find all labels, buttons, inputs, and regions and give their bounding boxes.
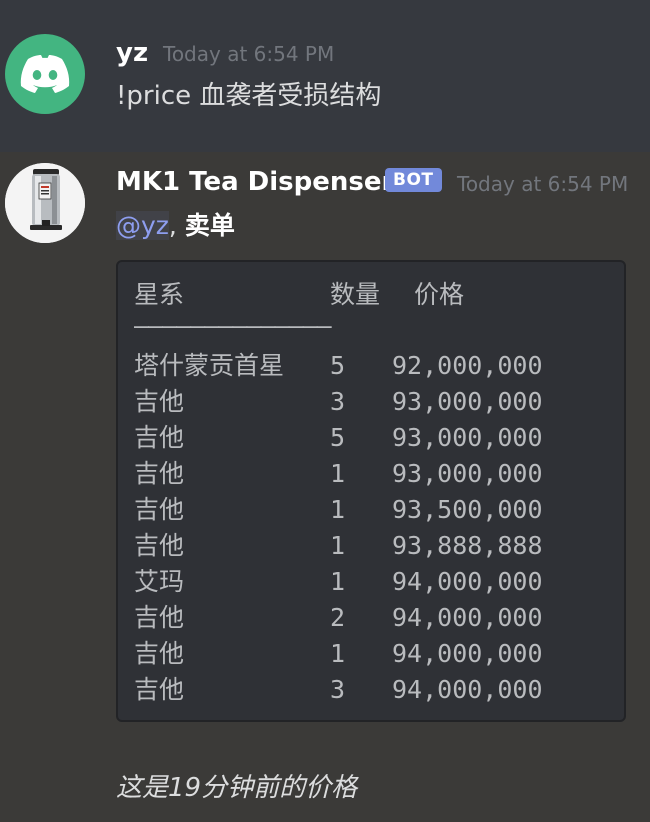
cell-system: 吉他 bbox=[134, 387, 185, 416]
cell-system: 艾玛 bbox=[134, 567, 185, 596]
table-row: 塔什蒙贡首星 5 92,000,000 bbox=[134, 348, 543, 384]
cell-qty: 3 bbox=[330, 675, 346, 704]
cell-qty: 1 bbox=[330, 531, 346, 560]
username[interactable]: yz bbox=[116, 38, 148, 68]
cell-qty: 1 bbox=[330, 459, 346, 488]
cell-system: 吉他 bbox=[134, 675, 185, 704]
order-type-title: 卖单 bbox=[184, 211, 235, 240]
cell-price: 93,888,888 bbox=[392, 531, 543, 560]
cell-system: 吉他 bbox=[134, 495, 185, 524]
table-row: 吉他 2 94,000,000 bbox=[134, 600, 543, 636]
cell-system: 吉他 bbox=[134, 459, 185, 488]
table-row: 吉他 3 94,000,000 bbox=[134, 672, 543, 708]
header-price: 价格 bbox=[414, 280, 465, 309]
message-user: yz Today at 6:54 PM !price 血袭者受损结构 bbox=[0, 0, 650, 152]
cell-qty: 3 bbox=[330, 387, 346, 416]
cell-price: 92,000,000 bbox=[392, 351, 543, 380]
cell-system: 吉他 bbox=[134, 603, 185, 632]
cell-price: 94,000,000 bbox=[392, 639, 543, 668]
cell-qty: 1 bbox=[330, 567, 346, 596]
cell-price: 93,000,000 bbox=[392, 387, 543, 416]
table-row: 吉他 1 94,000,000 bbox=[134, 636, 543, 672]
message-text: !price 血袭者受损结构 bbox=[116, 81, 382, 111]
price-age-note: 这是19分钟前的价格 bbox=[116, 773, 358, 803]
price-table-codeblock: 星系 数量 价格 —————————————— 塔什蒙贡首星 5 92,000,000 … bbox=[116, 260, 626, 722]
cell-qty: 2 bbox=[330, 603, 346, 632]
header-quantity: 数量 bbox=[330, 280, 381, 309]
table-separator: —————————————— bbox=[134, 311, 332, 340]
cell-system: 吉他 bbox=[134, 639, 185, 668]
tea-dispenser-icon bbox=[5, 163, 85, 243]
discord-logo-icon bbox=[20, 55, 70, 93]
table-row: 吉他 1 93,500,000 bbox=[134, 492, 543, 528]
cell-qty: 5 bbox=[330, 423, 346, 452]
timestamp: Today at 6:54 PM bbox=[457, 172, 629, 196]
cell-system: 吉他 bbox=[134, 423, 185, 452]
mention-separator: , bbox=[168, 211, 177, 240]
table-row: 吉他 3 93,000,000 bbox=[134, 384, 543, 420]
cell-qty: 1 bbox=[330, 639, 346, 668]
bot-badge: BOT bbox=[385, 168, 442, 192]
bot-username[interactable]: MK1 Tea Dispenser bbox=[116, 167, 394, 197]
table-row: 吉他 5 93,000,000 bbox=[134, 420, 543, 456]
bot-avatar[interactable] bbox=[5, 163, 85, 243]
table-row: 艾玛 1 94,000,000 bbox=[134, 564, 543, 600]
table-row: 吉他 1 93,000,000 bbox=[134, 456, 543, 492]
header-system: 星系 bbox=[134, 280, 185, 309]
cell-price: 93,000,000 bbox=[392, 459, 543, 488]
cell-system: 塔什蒙贡首星 bbox=[134, 351, 285, 380]
cell-price: 94,000,000 bbox=[392, 567, 543, 596]
cell-system: 吉他 bbox=[134, 531, 185, 560]
timestamp: Today at 6:54 PM bbox=[163, 42, 335, 66]
table-header: 星系 数量 价格 bbox=[134, 278, 464, 312]
cell-price: 94,000,000 bbox=[392, 603, 543, 632]
cell-price: 93,000,000 bbox=[392, 423, 543, 452]
cell-qty: 1 bbox=[330, 495, 346, 524]
user-avatar[interactable] bbox=[5, 34, 85, 114]
table-row: 吉他 1 93,888,888 bbox=[134, 528, 543, 564]
cell-price: 93,500,000 bbox=[392, 495, 543, 524]
cell-qty: 5 bbox=[330, 351, 346, 380]
cell-price: 94,000,000 bbox=[392, 675, 543, 704]
user-mention[interactable]: @yz bbox=[116, 211, 169, 240]
bot-message-header: @yz, 卖单 bbox=[116, 210, 235, 242]
